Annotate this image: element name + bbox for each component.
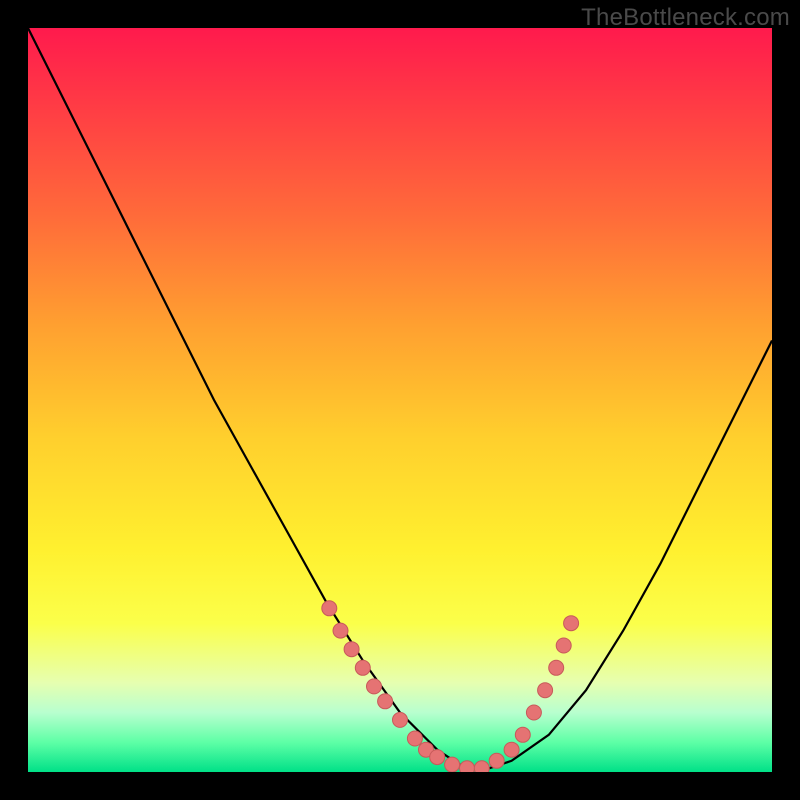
highlight-dot <box>430 750 445 765</box>
highlight-dot <box>322 601 337 616</box>
highlight-dot <box>355 660 370 675</box>
highlight-dot <box>489 753 504 768</box>
highlight-dot <box>333 623 348 638</box>
plot-area <box>28 28 772 772</box>
highlight-dot <box>564 616 579 631</box>
highlight-dot <box>344 642 359 657</box>
curve-line <box>28 28 772 768</box>
highlight-dot <box>526 705 541 720</box>
highlight-dot <box>460 761 475 772</box>
highlight-dot <box>407 731 422 746</box>
highlight-dot <box>549 660 564 675</box>
highlight-dot <box>378 694 393 709</box>
highlight-dot <box>367 679 382 694</box>
highlight-dot <box>538 683 553 698</box>
highlight-dot <box>445 757 460 772</box>
highlight-dots <box>322 601 579 772</box>
highlight-dot <box>556 638 571 653</box>
bottleneck-curve <box>28 28 772 772</box>
watermark-text: TheBottleneck.com <box>581 4 790 32</box>
highlight-dot <box>393 712 408 727</box>
highlight-dot <box>515 727 530 742</box>
chart-frame: TheBottleneck.com <box>0 0 800 800</box>
highlight-dot <box>504 742 519 757</box>
highlight-dot <box>474 761 489 772</box>
